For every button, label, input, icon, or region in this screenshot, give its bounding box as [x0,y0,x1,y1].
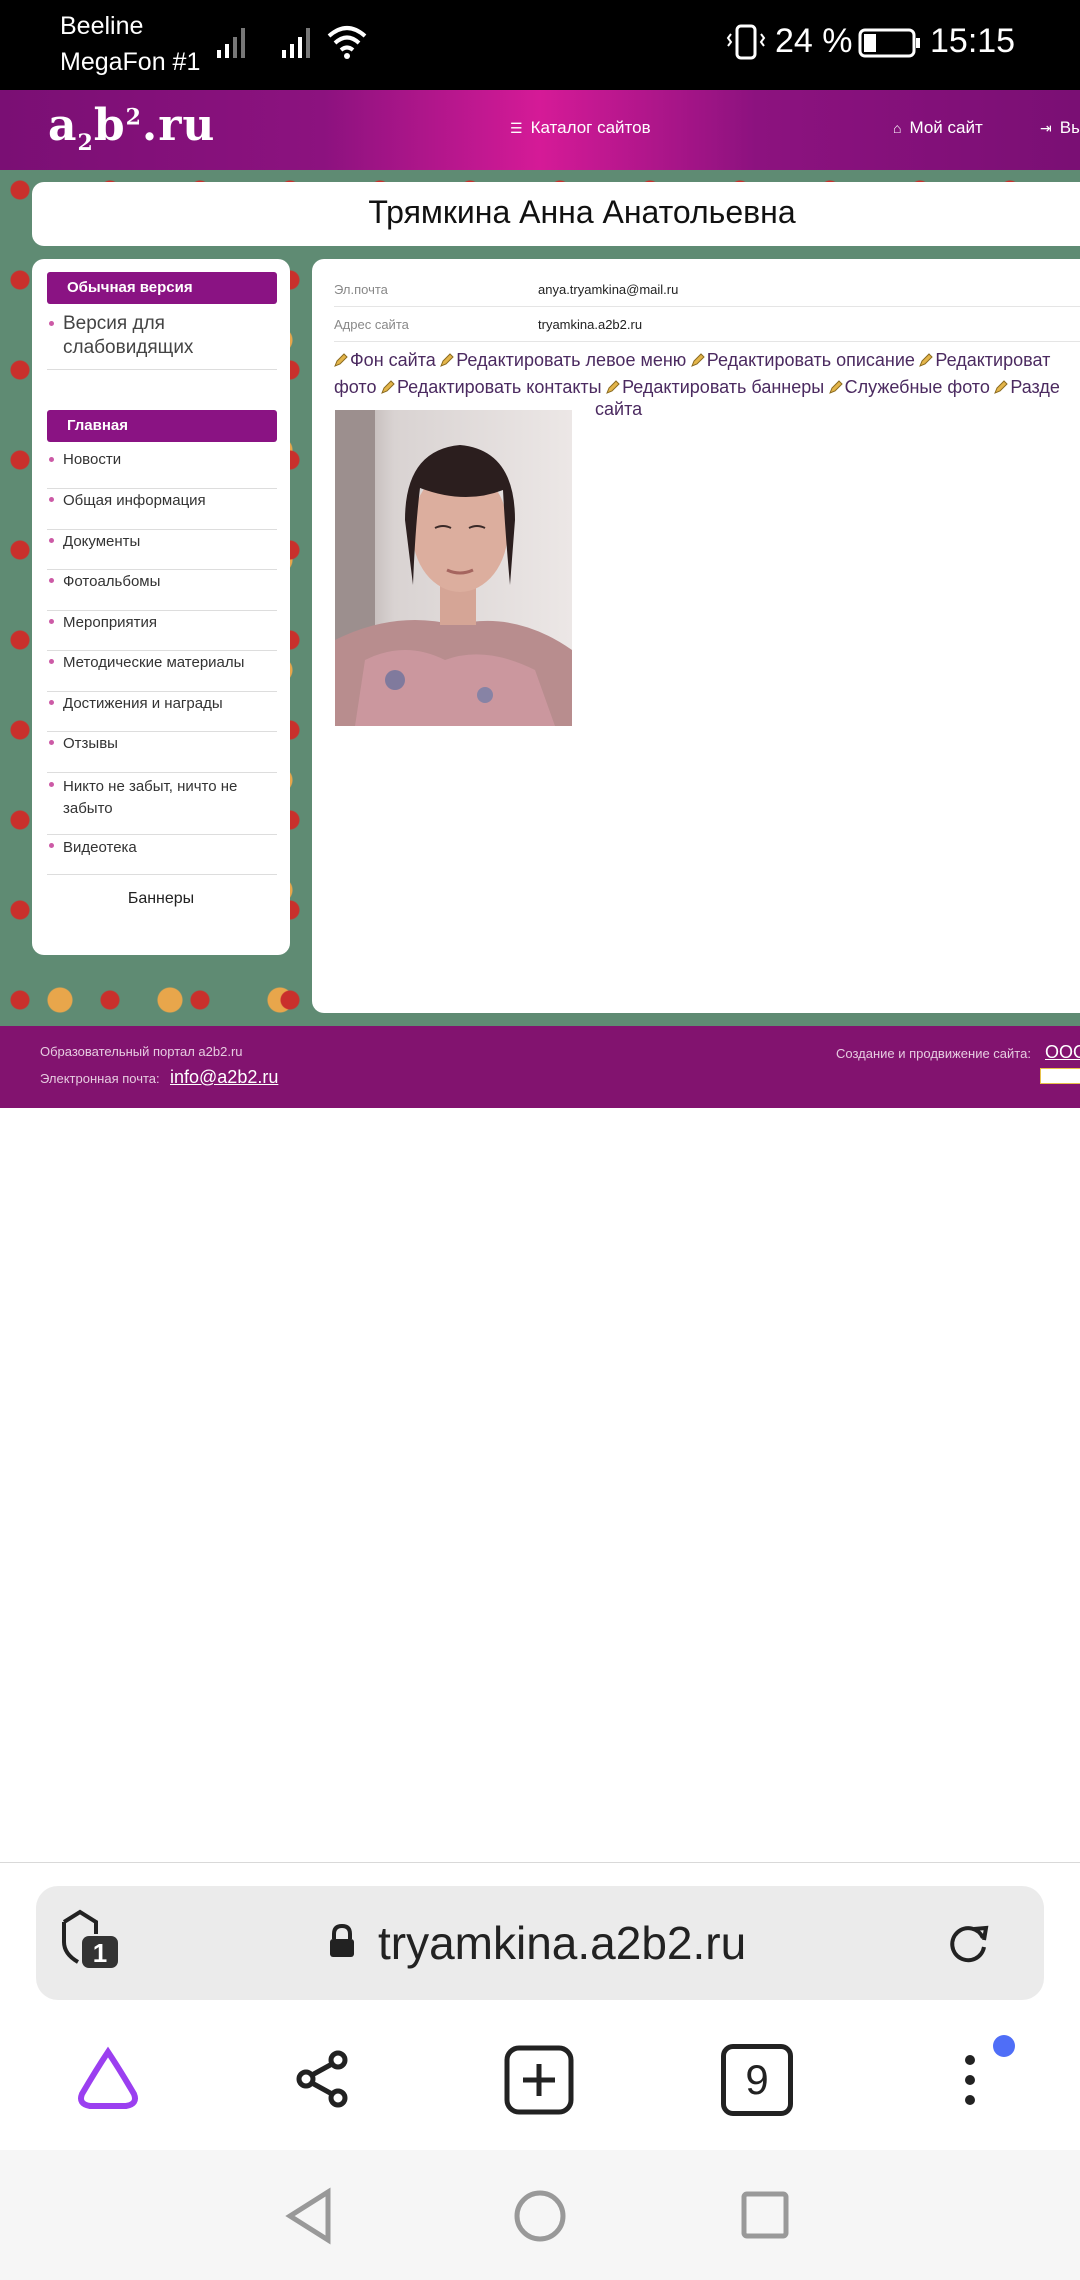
pencil-icon [334,353,348,367]
catalog-link[interactable]: ☰ Каталог сайтов [510,118,651,138]
pencil-icon [828,380,843,394]
protect-count: 1 [93,1938,107,1968]
sidebar-item-photo-albums[interactable]: Фотоальбомы [47,570,277,611]
banners-heading: Баннеры [127,890,195,907]
footer-portal-text: Образовательный портал a2b2.ru [40,1044,243,1059]
bullet-icon [49,782,54,787]
page-title: Трямкина Анна Анатольевна [368,194,796,230]
sidebar-item-news[interactable]: Новости [47,449,277,489]
battery-percentage: 24 % [775,22,853,60]
sidebar-item-reviews[interactable]: Отзывы [47,732,277,773]
edit-photo-link[interactable]: Редактироват [919,350,1050,370]
profile-photo [335,410,572,726]
profile-photo-image [335,410,572,726]
pencil-icon [381,380,395,394]
footer-creation-label: Создание и продвижение сайта: [836,1046,1031,1061]
browser-divider [0,1862,1080,1863]
browser-toolbar: 9 [0,2014,1080,2150]
edit-background-link[interactable]: Фон сайта [334,350,436,370]
email-value[interactable]: anya.tryamkina@mail.ru [538,282,678,297]
protect-shield-icon[interactable]: 1 [58,1908,128,1978]
bullet-icon [49,457,54,462]
edit-contacts-link[interactable]: Редактировать контакты [381,377,602,397]
battery-icon [858,28,920,58]
bullet-icon [49,578,54,583]
url-text[interactable]: tryamkina.a2b2.ru [378,1916,746,1970]
sidebar-item-achievements[interactable]: Достижения и награды [47,692,277,732]
site-address-value[interactable]: tryamkina.a2b2.ru [538,317,642,332]
bullet-icon [49,740,54,745]
edit-description-link[interactable]: Редактировать описание [690,350,915,370]
sidebar: Обычная версия Версия для слабовидящих Г… [32,259,290,955]
sidebar-item-methodical-materials[interactable]: Методические материалы [47,651,277,692]
site-logo[interactable]: a2b2.ru [48,100,215,156]
carrier-name-1: Beeline [60,12,144,40]
pencil-icon [606,380,620,394]
bullet-icon [49,619,54,624]
sidebar-item-video[interactable]: Видеотека [47,835,277,875]
android-navigation-bar [0,2150,1080,2280]
edit-photo-link-tail[interactable]: фото [334,377,376,397]
footer-counter-badge[interactable] [1040,1068,1080,1084]
alice-assistant-icon[interactable] [72,2046,144,2112]
site-sections-link-tail[interactable]: сайта [595,399,642,420]
back-icon[interactable] [282,2186,338,2246]
pencil-icon [440,353,454,367]
more-menu-icon[interactable] [950,2034,1020,2114]
site-footer: Образовательный портал a2b2.ru Электронн… [0,1026,1080,1108]
tabs-counter-button[interactable]: 9 [721,2044,793,2116]
bullet-icon [49,843,54,848]
vibrate-icon [726,24,766,60]
address-bar[interactable]: 1 tryamkina.a2b2.ru [36,1886,1044,2000]
service-photos-link[interactable]: Служебные фото [828,377,990,397]
edit-left-menu-link[interactable]: Редактировать левое меню [440,350,686,370]
lock-icon [330,1924,354,1957]
home-circle-icon[interactable] [510,2186,570,2246]
bullet-icon [49,321,54,326]
pencil-icon [994,380,1009,394]
edit-banners-link[interactable]: Редактировать баннеры [606,377,824,397]
wifi-icon [327,26,367,59]
my-site-link[interactable]: ⌂ Мой сайт [893,118,983,138]
site-header: a2b2.ru ☰ Каталог сайтов ⌂ Мой сайт ⇥ Вы [0,90,1080,170]
sidebar-item-events[interactable]: Мероприятия [47,611,277,651]
bullet-icon [49,659,54,664]
pencil-icon [690,353,705,367]
new-tab-icon[interactable] [503,2044,575,2116]
reload-icon[interactable] [946,1920,992,1966]
bullet-icon [49,497,54,502]
notification-dot-icon [993,2035,1015,2057]
home-icon: ⌂ [893,120,902,136]
status-bar: Beeline MegaFon #1 24 % 15:15 [0,0,1080,90]
footer-email-link[interactable]: info@a2b2.ru [170,1067,278,1088]
email-key: Эл.почта [334,282,388,297]
logout-icon: ⇥ [1040,119,1052,136]
exit-link[interactable]: ⇥ Вы [1040,118,1080,138]
bullet-icon [49,538,54,543]
site-address-key: Адрес сайта [334,317,409,332]
clock: 15:15 [930,22,1016,60]
edit-links-row-1: Фон сайта Редактировать левое меню Редак… [334,350,1080,371]
edit-links-row-2: фото Редактировать контакты Редактироват… [334,377,1080,398]
footer-company-link[interactable]: ООО [1045,1042,1080,1063]
site-address-row: Адрес сайта tryamkina.a2b2.ru [334,307,1080,342]
title-bar: Трямкина Анна Анатольевна [32,182,1080,246]
sidebar-item-general-info[interactable]: Общая информация [47,489,277,530]
menu-icon: ☰ [510,119,523,136]
recent-apps-icon[interactable] [738,2188,794,2244]
main-menu-heading[interactable]: Главная [47,410,277,442]
signal-strength-icon [217,28,245,58]
pencil-icon [919,353,934,367]
sidebar-item-nobody-forgotten[interactable]: Никто не забыт, ничто не забыто [47,773,277,835]
share-icon[interactable] [292,2048,354,2110]
email-row: Эл.почта anya.tryamkina@mail.ru [334,272,1080,307]
regular-version-button[interactable]: Обычная версия [47,272,277,304]
carrier-name-2: MegaFon #1 [60,48,201,76]
visually-impaired-version-link[interactable]: Версия для слабовидящих [47,312,277,370]
site-sections-link[interactable]: Разде [994,377,1060,397]
sidebar-item-documents[interactable]: Документы [47,530,277,570]
bullet-icon [49,700,54,705]
footer-email-label: Электронная почта: [40,1071,160,1086]
signal-strength-icon [282,28,310,58]
